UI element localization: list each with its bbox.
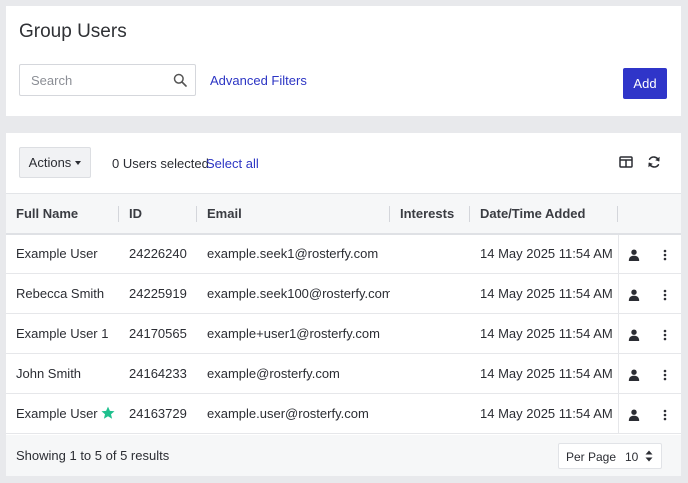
cell-date-added: 14 May 2025 11:54 AM: [470, 353, 618, 394]
column-header-id[interactable]: ID: [119, 193, 197, 235]
more-vertical-icon[interactable]: [659, 289, 671, 301]
table-row[interactable]: Rebecca Smith 24225919 example.seek100@r…: [6, 273, 681, 314]
table-header-row: Full Name ID Email Interests Date/Time A…: [6, 193, 681, 235]
view-user-cell: [617, 393, 649, 434]
view-user-cell: [617, 313, 649, 354]
per-page-select[interactable]: Per Page 10: [558, 443, 662, 469]
more-options-cell: [649, 353, 681, 394]
user-icon[interactable]: [628, 409, 640, 421]
column-header-more: [649, 193, 681, 235]
search-input[interactable]: [20, 65, 160, 95]
more-vertical-icon[interactable]: [659, 409, 671, 421]
column-header-interests[interactable]: Interests: [390, 193, 470, 235]
results-summary: Showing 1 to 5 of 5 results: [16, 448, 170, 463]
search-icon[interactable]: [173, 73, 187, 87]
user-icon[interactable]: [628, 369, 640, 381]
users-table: Full Name ID Email Interests Date/Time A…: [6, 193, 681, 434]
header-card: Group Users Advanced Filters Add: [6, 6, 681, 116]
cell-interests: [390, 353, 470, 394]
cell-id: 24163729: [119, 393, 197, 434]
actions-dropdown-button[interactable]: Actions: [19, 147, 91, 178]
cell-full-name: Example User: [6, 233, 119, 274]
more-vertical-icon[interactable]: [659, 369, 671, 381]
cell-id: 24164233: [119, 353, 197, 394]
view-user-cell: [617, 273, 649, 314]
user-icon[interactable]: [628, 289, 640, 301]
cell-interests: [390, 233, 470, 274]
sort-arrows-icon: [645, 450, 653, 462]
more-vertical-icon[interactable]: [659, 329, 671, 341]
cell-email: example+user1@rosterfy.com: [197, 313, 390, 354]
caret-down-icon: [75, 160, 82, 165]
view-user-cell: [617, 353, 649, 394]
cell-email: example.seek100@rosterfy.com: [197, 273, 390, 314]
more-options-cell: [649, 273, 681, 314]
more-options-cell: [649, 233, 681, 274]
cell-date-added: 14 May 2025 11:54 AM: [470, 313, 618, 354]
cell-id: 24170565: [119, 313, 197, 354]
table-row[interactable]: Example User 24226240 example.seek1@rost…: [6, 233, 681, 274]
view-user-cell: [617, 233, 649, 274]
column-header-date-added[interactable]: Date/Time Added: [470, 193, 618, 235]
cell-interests: [390, 313, 470, 354]
user-name: Example User: [16, 406, 98, 421]
more-options-cell: [649, 313, 681, 354]
cell-date-added: 14 May 2025 11:54 AM: [470, 273, 618, 314]
add-button[interactable]: Add: [623, 68, 667, 99]
cell-full-name: Example User: [6, 393, 119, 434]
table-row[interactable]: Example User 24163729 example.user@roste…: [6, 393, 681, 434]
cell-id: 24226240: [119, 233, 197, 274]
table-toolbar: Actions 0 Users selected Select all: [6, 133, 681, 193]
table-row[interactable]: Example User 1 24170565 example+user1@ro…: [6, 313, 681, 354]
search-box[interactable]: [19, 64, 196, 96]
cell-interests: [390, 273, 470, 314]
cell-interests: [390, 393, 470, 434]
refresh-icon[interactable]: [647, 155, 661, 169]
star-icon: [101, 406, 115, 419]
column-header-actions: [618, 193, 649, 235]
user-icon[interactable]: [628, 249, 640, 261]
advanced-filters-link[interactable]: Advanced Filters: [210, 73, 307, 88]
selected-count: 0 Users selected: [112, 156, 209, 171]
column-header-full-name[interactable]: Full Name: [6, 193, 119, 235]
more-options-cell: [649, 393, 681, 434]
cell-full-name: John Smith: [6, 353, 119, 394]
cell-email: example.seek1@rosterfy.com: [197, 233, 390, 274]
cell-email: example@rosterfy.com: [197, 353, 390, 394]
user-icon[interactable]: [628, 329, 640, 341]
cell-date-added: 14 May 2025 11:54 AM: [470, 233, 618, 274]
cell-email: example.user@rosterfy.com: [197, 393, 390, 434]
cell-full-name: Rebecca Smith: [6, 273, 119, 314]
more-vertical-icon[interactable]: [659, 249, 671, 261]
per-page-value: 10: [625, 450, 639, 464]
column-header-email[interactable]: Email: [197, 193, 390, 235]
columns-icon[interactable]: [619, 155, 633, 169]
cell-id: 24225919: [119, 273, 197, 314]
select-all-link[interactable]: Select all: [206, 156, 259, 171]
table-footer: Showing 1 to 5 of 5 results Per Page 10: [6, 435, 681, 476]
actions-label: Actions: [28, 155, 72, 170]
cell-full-name: Example User 1: [6, 313, 119, 354]
per-page-label: Per Page: [566, 450, 617, 464]
users-table-card: Actions 0 Users selected Select all Full…: [6, 133, 681, 476]
page-title: Group Users: [19, 21, 127, 42]
table-row[interactable]: John Smith 24164233 example@rosterfy.com…: [6, 353, 681, 394]
cell-date-added: 14 May 2025 11:54 AM: [470, 393, 618, 434]
